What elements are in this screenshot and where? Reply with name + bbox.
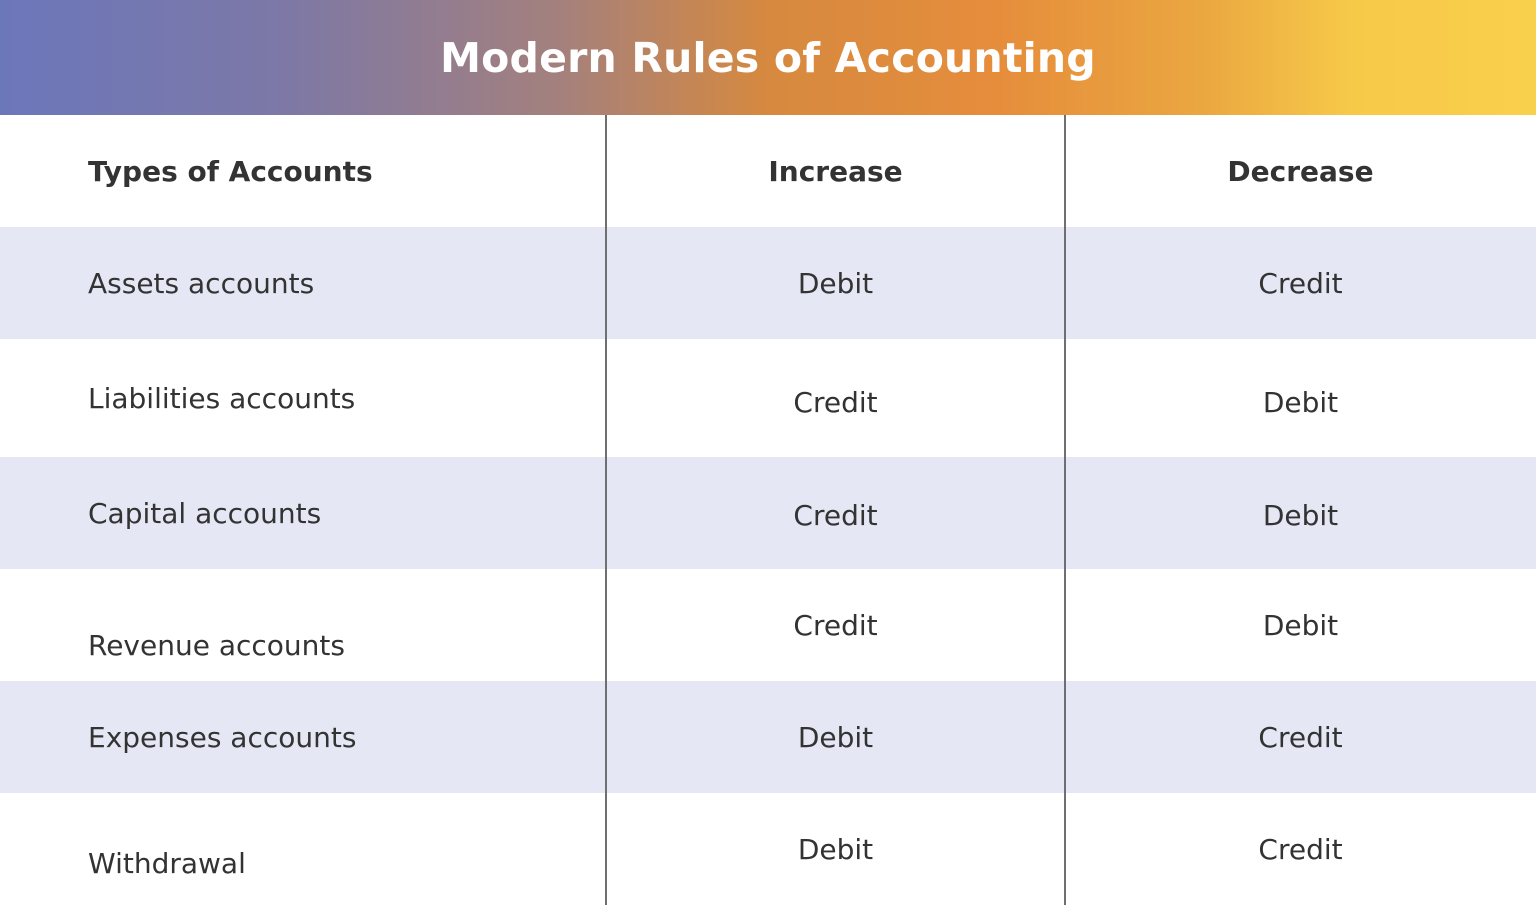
page-title: Modern Rules of Accounting <box>440 33 1096 82</box>
table-row: Withdrawal Debit Credit <box>0 793 1536 905</box>
increase-value: Credit <box>793 498 878 532</box>
increase-value: Debit <box>797 720 874 754</box>
column-divider <box>1064 115 1066 905</box>
increase-value: Debit <box>797 832 874 866</box>
account-type: Withdrawal <box>88 846 246 880</box>
account-type: Liabilities accounts <box>88 381 356 415</box>
increase-value: Credit <box>793 608 878 642</box>
decrease-value: Credit <box>1258 720 1343 754</box>
decrease-value: Debit <box>1262 608 1339 642</box>
account-type: Assets accounts <box>88 266 315 300</box>
title-banner: Modern Rules of Accounting <box>0 0 1536 115</box>
decrease-value: Debit <box>1262 498 1339 532</box>
column-divider <box>605 115 607 905</box>
decrease-value: Credit <box>1258 266 1343 300</box>
table-row: Liabilities accounts Credit Debit <box>0 339 1536 457</box>
table-row: Revenue accounts Credit Debit <box>0 569 1536 681</box>
table-header-row: Types of Accounts Increase Decrease <box>0 115 1536 227</box>
decrease-value: Credit <box>1258 832 1343 866</box>
table-row: Assets accounts Debit Credit <box>0 227 1536 339</box>
increase-value: Credit <box>793 385 878 419</box>
increase-value: Debit <box>797 266 874 300</box>
header-types-of-accounts: Types of Accounts <box>88 154 373 188</box>
decrease-value: Debit <box>1262 385 1339 419</box>
header-increase: Increase <box>768 154 903 188</box>
header-decrease: Decrease <box>1227 154 1374 188</box>
table-row: Capital accounts Credit Debit <box>0 457 1536 569</box>
account-type: Expenses accounts <box>88 720 357 754</box>
table-row: Expenses accounts Debit Credit <box>0 681 1536 793</box>
